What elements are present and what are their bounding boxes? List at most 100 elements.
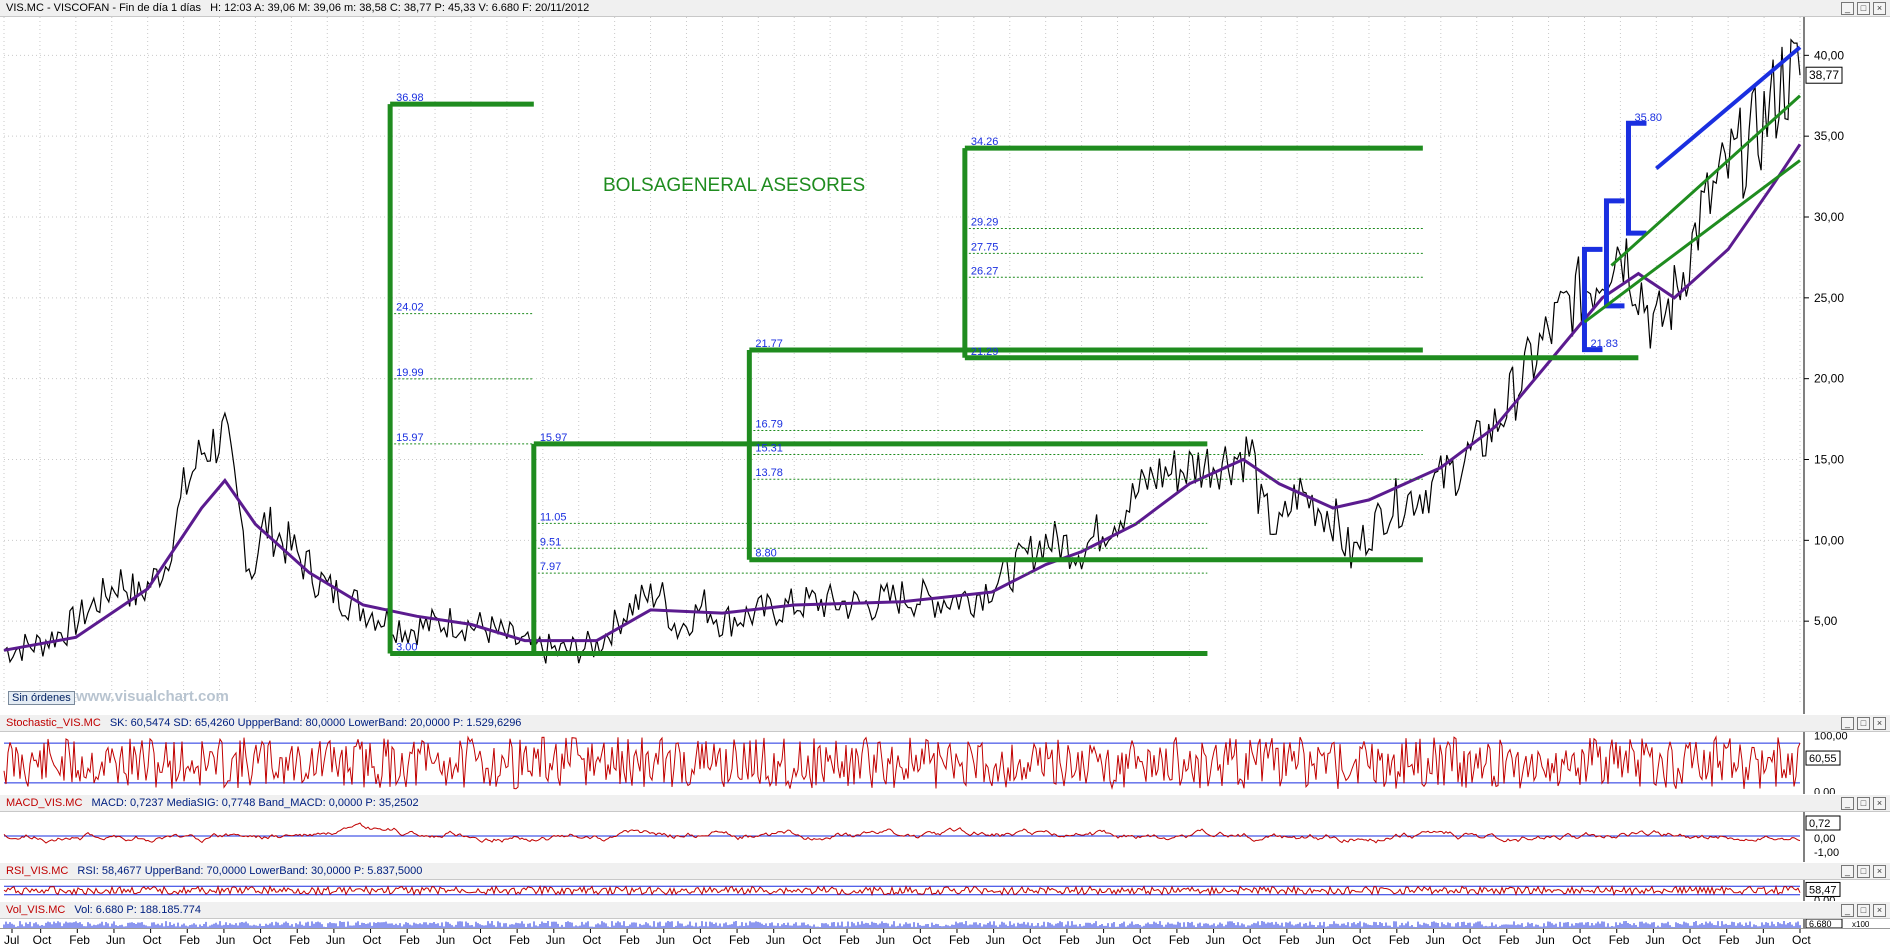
main-chart-header: VIS.MC - VISCOFAN - Fin de día 1 días H:… bbox=[0, 0, 1890, 17]
x-tick-label: Jun bbox=[1425, 933, 1444, 947]
minimize-icon[interactable]: _ bbox=[1841, 904, 1854, 917]
price-tick-label: 15,00 bbox=[1814, 453, 1844, 467]
stoch-header: Stochastic_VIS.MC SK: 60,5474 SD: 65,426… bbox=[0, 715, 1890, 732]
indicator-tick-label: 0,00 bbox=[1814, 833, 1835, 845]
fib-level-label: 16.79 bbox=[755, 419, 783, 431]
price-tick-label: 5,00 bbox=[1814, 614, 1838, 628]
minimize-icon[interactable]: _ bbox=[1841, 865, 1854, 878]
x-tick-label: Feb bbox=[509, 933, 530, 947]
vol-values: Vol: 6.680 P: 188.185.774 bbox=[74, 904, 201, 916]
maximize-icon[interactable]: □ bbox=[1857, 865, 1870, 878]
blue-fib-label: 35.80 bbox=[1634, 112, 1662, 124]
channel-bottom-label: 8.80 bbox=[755, 548, 776, 560]
macd-values: MACD: 0,7237 MediaSIG: 0,7748 Band_MACD:… bbox=[91, 797, 419, 809]
fib-level-label: 29.29 bbox=[971, 216, 999, 228]
x-tick-label: Feb bbox=[69, 933, 90, 947]
maximize-icon[interactable]: □ bbox=[1857, 904, 1870, 917]
x-tick-label: Oct bbox=[363, 933, 382, 947]
maximize-icon[interactable]: □ bbox=[1857, 797, 1870, 810]
indicator-tick-label: -1,00 bbox=[1814, 847, 1839, 859]
main-window-controls: _ □ × bbox=[1841, 2, 1886, 15]
x-tick-label: Oct bbox=[1242, 933, 1261, 947]
vol-header: Vol_VIS.MC Vol: 6.680 P: 188.185.774 _ □… bbox=[0, 902, 1890, 919]
channel-top-label: 15.97 bbox=[540, 432, 568, 444]
minimize-icon[interactable]: _ bbox=[1841, 717, 1854, 730]
close-icon[interactable]: × bbox=[1873, 904, 1886, 917]
macd-chart[interactable]: 0,00 -1,00 0,72 bbox=[0, 812, 1890, 862]
x-tick-label: Jun bbox=[326, 933, 345, 947]
volume-chart[interactable]: 6.680 x100 bbox=[0, 919, 1890, 928]
price-chart[interactable]: 40,00 35,00 30,00 25,00 20,00 15,00 10,00 5,00 2… bbox=[0, 17, 1890, 714]
sin-ordenes-button[interactable]: Sin órdenes bbox=[8, 691, 75, 705]
x-tick-label: Oct bbox=[802, 933, 821, 947]
x-tick-label: Jul bbox=[4, 933, 19, 947]
macd-name: MACD_VIS.MC bbox=[6, 797, 83, 809]
maximize-icon[interactable]: □ bbox=[1857, 717, 1870, 730]
stoch-name: Stochastic_VIS.MC bbox=[6, 717, 101, 729]
stochastic-chart[interactable]: 100,00 0,00 60,55 bbox=[0, 732, 1890, 794]
x-tick-label: Feb bbox=[1279, 933, 1300, 947]
x-tick-label: Oct bbox=[912, 933, 931, 947]
last-value-label: 58,47 bbox=[1809, 884, 1837, 896]
x-tick-label: Jun bbox=[546, 933, 565, 947]
channel-top-label: 36.98 bbox=[396, 92, 424, 104]
x-tick-label: Feb bbox=[729, 933, 750, 947]
fib-level-label: 15.97 bbox=[396, 432, 424, 444]
indicator-tick-label: 0,00 bbox=[1814, 787, 1835, 794]
vol-name: Vol_VIS.MC bbox=[6, 904, 66, 916]
macd-header: MACD_VIS.MC MACD: 0,7237 MediaSIG: 0,774… bbox=[0, 795, 1890, 812]
vol-window-controls: _ □ × bbox=[1841, 904, 1886, 917]
time-axis[interactable]: Jul Oct Feb Jun Oct Feb Jun Oct Feb Jun Oct Feb Jun O… bbox=[0, 928, 1890, 948]
channel-top-label: 34.26 bbox=[971, 136, 999, 148]
price-tick-label: 30,00 bbox=[1814, 210, 1844, 224]
rsi-chart[interactable]: 0,0058,47 bbox=[0, 880, 1890, 901]
close-icon[interactable]: × bbox=[1873, 865, 1886, 878]
x-tick-label: Oct bbox=[253, 933, 272, 947]
pane-background bbox=[0, 812, 1890, 862]
fib-level-label: 27.75 bbox=[971, 241, 999, 253]
x-tick-label: Jun bbox=[106, 933, 125, 947]
watermark: www.visualchart.com bbox=[76, 688, 229, 705]
symbol-label: VIS.MC - VISCOFAN - Fin de día 1 días bbox=[6, 2, 202, 14]
price-tick-label: 35,00 bbox=[1814, 129, 1844, 143]
x-tick-label: Jun bbox=[1316, 933, 1335, 947]
x-tick-label: Oct bbox=[692, 933, 711, 947]
indicator-tick-label: 100,00 bbox=[1814, 732, 1848, 743]
channel-bottom-label: 3.00 bbox=[396, 642, 417, 654]
x-tick-label: Oct bbox=[1022, 933, 1041, 947]
fib-level-label: 13.78 bbox=[755, 467, 783, 479]
x-tick-label: Feb bbox=[1609, 933, 1630, 947]
price-tick-label: 25,00 bbox=[1814, 291, 1844, 305]
x-tick-label: Feb bbox=[949, 933, 970, 947]
channel-bottom-label: 21.29 bbox=[971, 346, 999, 358]
x-tick-label: Oct bbox=[1572, 933, 1591, 947]
x-tick-label: Feb bbox=[399, 933, 420, 947]
x-tick-label: Feb bbox=[289, 933, 310, 947]
close-icon[interactable]: × bbox=[1873, 717, 1886, 730]
x-tick-label: Jun bbox=[656, 933, 675, 947]
minimize-icon[interactable]: _ bbox=[1841, 2, 1854, 15]
rsi-name: RSI_VIS.MC bbox=[6, 865, 69, 877]
close-icon[interactable]: × bbox=[1873, 2, 1886, 15]
fib-level-label: 11.05 bbox=[540, 511, 567, 523]
blue-fib-label: 21.83 bbox=[1590, 338, 1618, 350]
x-tick-label: Oct bbox=[1462, 933, 1481, 947]
x-tick-label: Jun bbox=[1755, 933, 1774, 947]
annotation-title: BOLSAGENERAL ASESORES bbox=[603, 175, 865, 196]
x-tick-label: Feb bbox=[1169, 933, 1190, 947]
fib-level-label: 24.02 bbox=[396, 302, 424, 314]
x-tick-label: Feb bbox=[1059, 933, 1080, 947]
minimize-icon[interactable]: _ bbox=[1841, 797, 1854, 810]
x-tick-label: Oct bbox=[33, 933, 52, 947]
fib-level-label: 9.51 bbox=[540, 536, 561, 548]
x-tick-label: Jun bbox=[1206, 933, 1225, 947]
rsi-header: RSI_VIS.MC RSI: 58,4677 UpperBand: 70,00… bbox=[0, 863, 1890, 880]
last-value-label: 0,72 bbox=[1809, 818, 1830, 830]
plot-background bbox=[0, 17, 1890, 714]
close-icon[interactable]: × bbox=[1873, 797, 1886, 810]
x-tick-label: Jun bbox=[436, 933, 455, 947]
maximize-icon[interactable]: □ bbox=[1857, 2, 1870, 15]
x-tick-label: Oct bbox=[1132, 933, 1151, 947]
x-tick-label: Feb bbox=[1389, 933, 1410, 947]
x-tick-label: Oct bbox=[1682, 933, 1701, 947]
